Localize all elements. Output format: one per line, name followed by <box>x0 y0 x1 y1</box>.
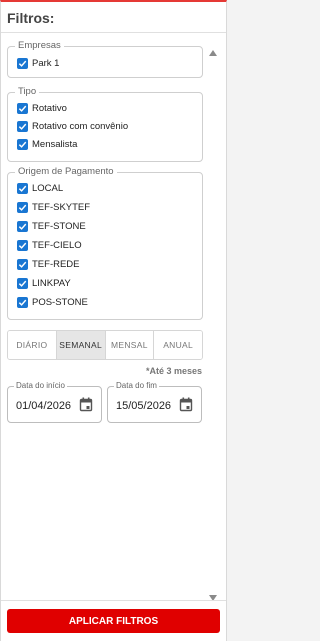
checkbox-label: TEF-STONE <box>32 220 86 232</box>
checkbox-label: Park 1 <box>32 57 60 69</box>
checkmark-icon[interactable] <box>17 220 28 232</box>
vertical-scrollbar[interactable] <box>207 42 219 601</box>
start-date-field[interactable]: Data do início 01/04/2026 <box>7 381 102 423</box>
checkbox-tef-cielo[interactable]: TEF-CIELO <box>17 237 82 253</box>
start-date-label: Data do início <box>14 381 67 391</box>
checkmark-icon[interactable] <box>17 239 28 251</box>
checkbox-park-1[interactable]: Park 1 <box>17 55 59 71</box>
checkmark-icon[interactable] <box>17 57 28 69</box>
checkbox-tef-stone[interactable]: TEF-STONE <box>17 218 86 234</box>
group-tipo: Tipo Rotativo Rotativo com convênio Mens… <box>7 86 203 162</box>
end-date-value[interactable]: 15/05/2026 <box>116 400 178 412</box>
filters-footer: APLICAR FILTROS <box>1 600 226 641</box>
end-date-field[interactable]: Data do fim 15/05/2026 <box>107 381 202 423</box>
period-toggle: DIÁRIO SEMANAL MENSAL ANUAL <box>7 330 203 360</box>
checkbox-pos-stone[interactable]: POS-STONE <box>17 294 88 310</box>
period-option-mensal[interactable]: MENSAL <box>105 331 155 359</box>
checkmark-icon[interactable] <box>17 201 28 213</box>
calendar-icon[interactable] <box>79 397 93 412</box>
page-title: Filtros: <box>7 10 55 26</box>
group-empresas-legend: Empresas <box>15 40 64 52</box>
filters-panel: Filtros: Empresas Park 1 Tipo Rotativo R… <box>0 0 227 641</box>
filters-scroll-area[interactable]: Empresas Park 1 Tipo Rotativo Rotativo c… <box>1 34 226 600</box>
group-empresas: Empresas Park 1 <box>7 40 203 78</box>
end-date-label: Data do fim <box>114 381 159 391</box>
checkbox-mensalista[interactable]: Mensalista <box>17 136 77 152</box>
group-origem-legend: Origem de Pagamento <box>15 166 117 178</box>
checkbox-label: TEF-SKYTEF <box>32 201 91 213</box>
checkbox-linkpay[interactable]: LINKPAY <box>17 275 71 291</box>
checkbox-local[interactable]: LOCAL <box>17 180 63 196</box>
start-date-value[interactable]: 01/04/2026 <box>16 400 78 412</box>
checkbox-label: Rotativo com convênio <box>32 120 129 132</box>
checkmark-icon[interactable] <box>17 182 28 194</box>
checkbox-label: LINKPAY <box>32 277 71 289</box>
group-tipo-legend: Tipo <box>15 86 40 98</box>
checkbox-label: TEF-CIELO <box>32 239 82 251</box>
checkbox-label: TEF-REDE <box>32 258 80 270</box>
group-origem-pagamento: Origem de Pagamento LOCAL TEF-SKYTEF TEF… <box>7 166 203 320</box>
calendar-icon[interactable] <box>179 397 193 412</box>
checkbox-label: Rotativo <box>32 102 67 114</box>
apply-filters-button[interactable]: APLICAR FILTROS <box>7 609 220 633</box>
checkbox-label: LOCAL <box>32 182 64 194</box>
checkbox-tef-rede[interactable]: TEF-REDE <box>17 256 80 272</box>
checkbox-rotativo[interactable]: Rotativo <box>17 100 67 116</box>
checkbox-label: Mensalista <box>32 138 78 150</box>
checkmark-icon[interactable] <box>17 102 28 114</box>
period-option-diario[interactable]: DIÁRIO <box>8 331 57 359</box>
filters-header: Filtros: <box>1 2 226 33</box>
triangle-down-icon[interactable] <box>208 589 218 601</box>
period-option-semanal[interactable]: SEMANAL <box>56 331 106 359</box>
checkmark-icon[interactable] <box>17 277 28 289</box>
checkbox-label: POS-STONE <box>32 296 88 308</box>
checkbox-tef-skytef[interactable]: TEF-SKYTEF <box>17 199 90 215</box>
period-option-anual[interactable]: ANUAL <box>154 331 202 359</box>
checkmark-icon[interactable] <box>17 258 28 270</box>
triangle-up-icon[interactable] <box>208 44 218 56</box>
checkmark-icon[interactable] <box>17 120 28 132</box>
checkmark-icon[interactable] <box>17 138 28 150</box>
checkmark-icon[interactable] <box>17 296 28 308</box>
checkbox-rotativo-com-convenio[interactable]: Rotativo com convênio <box>17 118 128 134</box>
period-hint: *Até 3 meses <box>145 366 202 376</box>
